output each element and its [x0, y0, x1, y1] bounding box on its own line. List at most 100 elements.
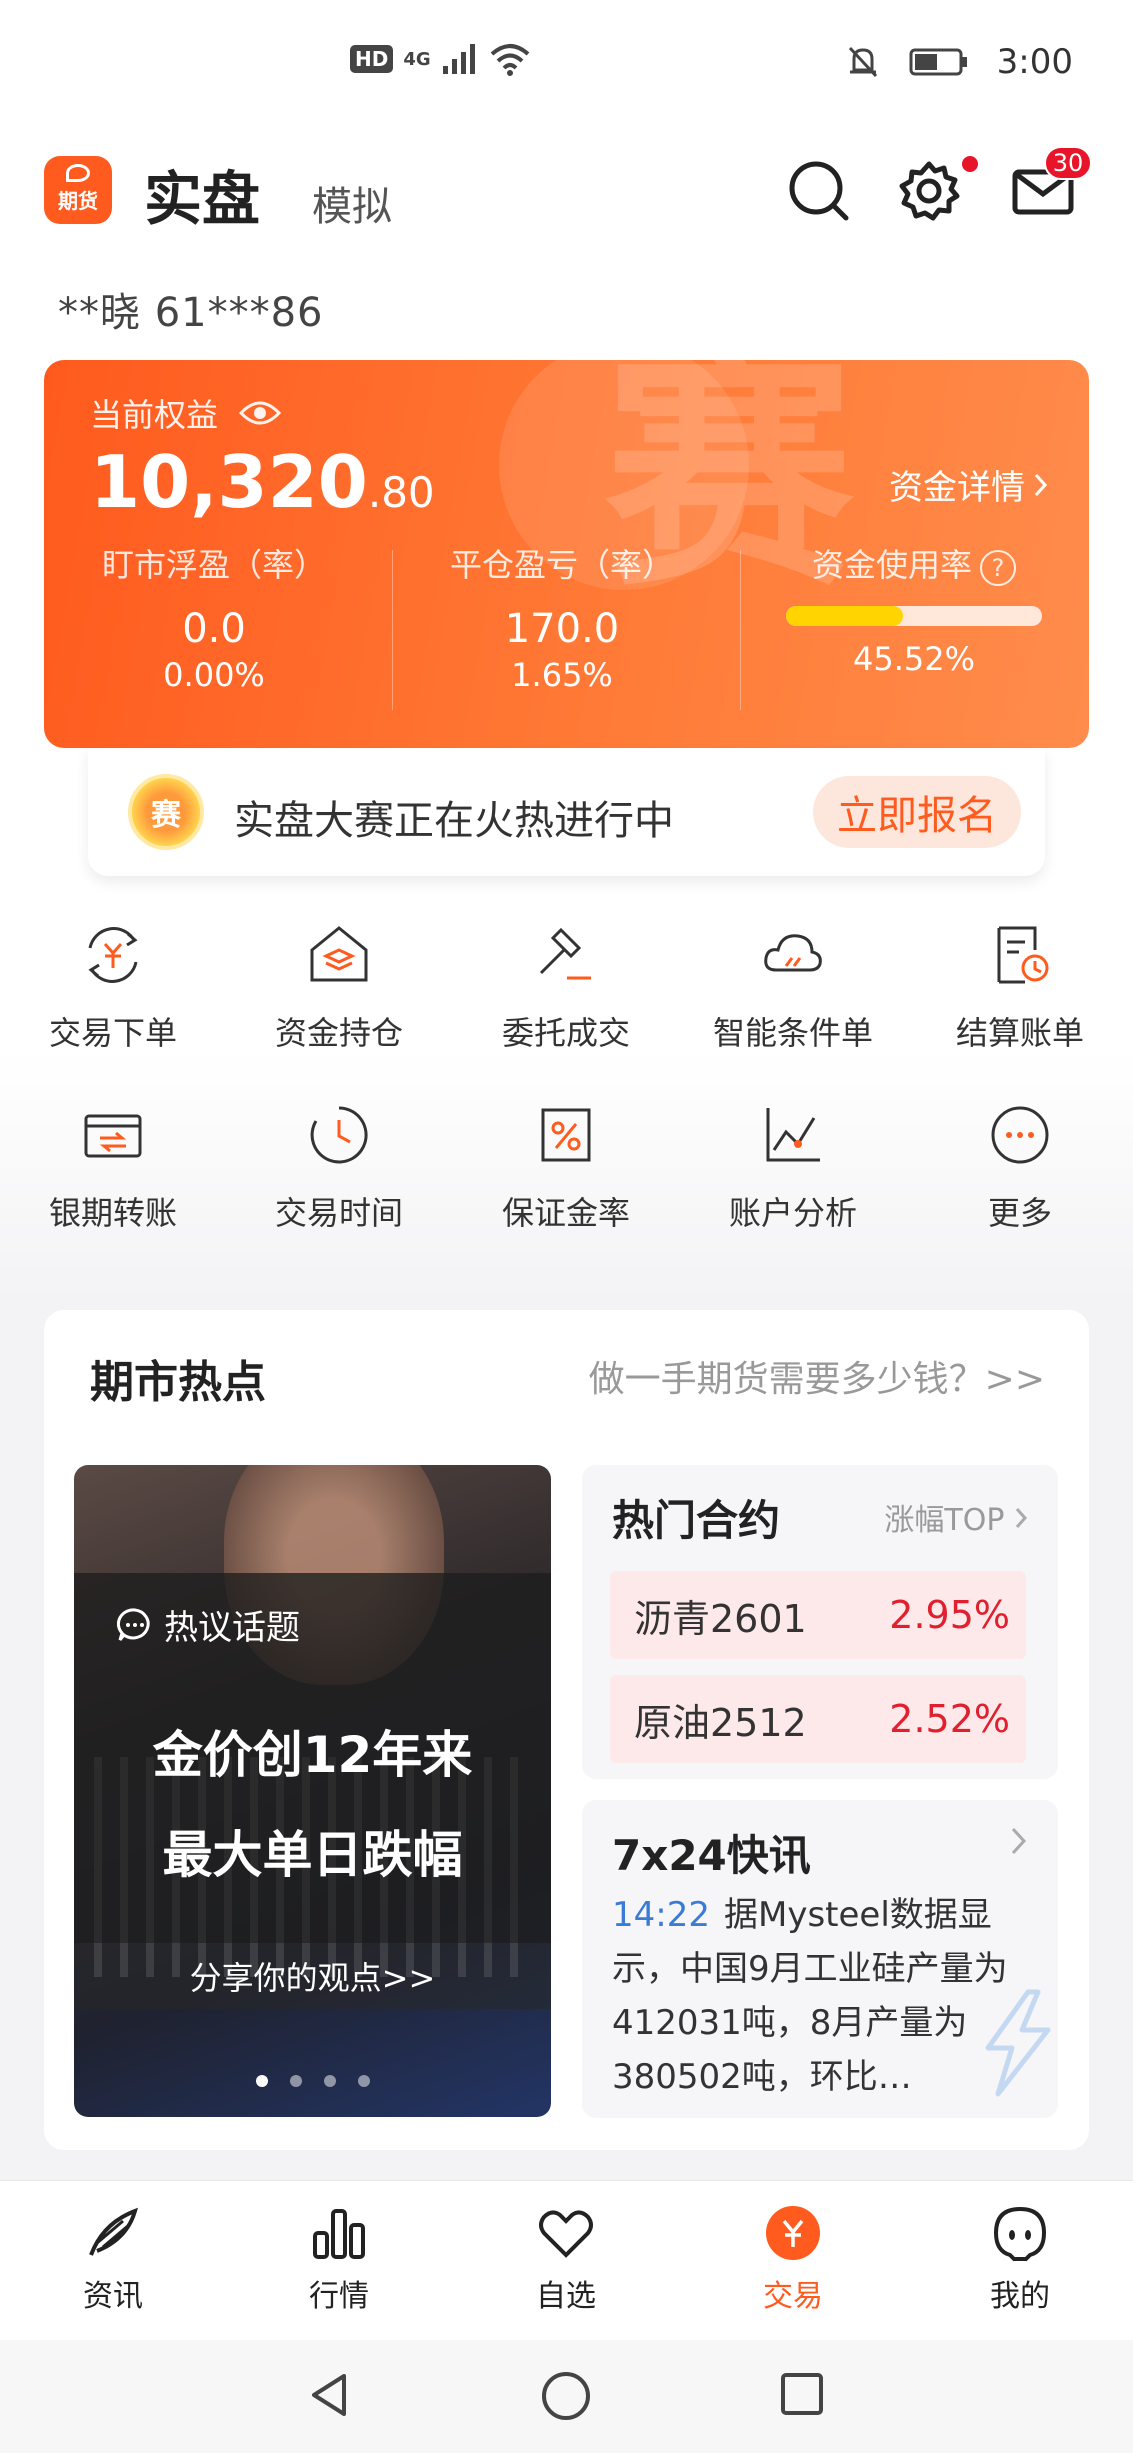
search-icon[interactable]	[786, 158, 852, 224]
menu-margin-rate[interactable]: 保证金率	[453, 1100, 679, 1234]
carousel-dot[interactable]	[289, 2075, 302, 2087]
contract-row[interactable]: 沥青2601 2.95%	[610, 1571, 1026, 1659]
nav-news[interactable]: 资讯	[0, 2203, 226, 2315]
help-icon[interactable]: ?	[980, 550, 1016, 586]
account-info[interactable]: **晓 61***86	[58, 280, 324, 338]
close-pl-column: 平仓盈亏（率） 170.0 1.65%	[392, 540, 732, 694]
news-flash-panel[interactable]: 7x24快讯 14:22 据Mysteel数据显示，中国9月工业硅产量为41203…	[582, 1800, 1058, 2118]
floating-pl-label: 盯市浮盈（率）	[101, 546, 326, 584]
home-icon[interactable]	[540, 2370, 592, 2422]
topic-headline: 金价创12年来 最大单日跌幅	[74, 1705, 551, 1905]
news-time: 14:22	[612, 1895, 710, 1935]
hot-topic-banner[interactable]: 热议话题 金价创12年来 最大单日跌幅 分享你的观点>>	[74, 1465, 551, 2117]
nav-market[interactable]: 行情	[226, 2203, 452, 2315]
menu-more[interactable]: 更多	[907, 1100, 1133, 1234]
fund-usage-fill	[786, 606, 903, 626]
nav-watchlist[interactable]: 自选	[453, 2203, 679, 2315]
share-opinion-link[interactable]: 分享你的观点>>	[74, 1943, 551, 2009]
topic-tag: 热议话题	[116, 1600, 300, 1649]
hot-contracts-title: 热门合约	[612, 1496, 781, 1545]
menu-label: 保证金率	[501, 1194, 630, 1232]
hot-contracts-panel: 热门合约 涨幅TOP 沥青2601 2.95% 原油2512 2.52%	[582, 1465, 1058, 1779]
menu-trading-hours[interactable]: 交易时间	[226, 1100, 452, 1234]
settlement-bill-icon	[997, 926, 1049, 984]
settings-badge-dot	[962, 156, 978, 172]
close-pl-value: 170.0	[504, 606, 620, 652]
nav-profile[interactable]: 我的	[907, 2203, 1133, 2315]
menu-label: 交易下单	[48, 1014, 177, 1052]
close-pl-label: 平仓盈亏（率）	[449, 546, 674, 584]
nav-label: 资讯	[83, 2279, 143, 2314]
hammer-icon	[539, 927, 591, 980]
carousel-dot[interactable]	[323, 2075, 336, 2087]
battery-icon	[909, 48, 967, 76]
floating-pl-rate: 0.00%	[163, 656, 265, 694]
menu-label: 交易时间	[274, 1194, 403, 1232]
menu-account-analysis[interactable]: 账户分析	[680, 1100, 906, 1234]
topic-headline-line1: 金价创12年来	[152, 1726, 473, 1784]
fund-usage-label: 资金使用率	[811, 546, 972, 584]
cost-per-lot-link[interactable]: 做一手期货需要多少钱？>>	[589, 1350, 1045, 1402]
menu-settlement-bill[interactable]: 结算账单	[907, 920, 1133, 1054]
nav-trade[interactable]: 交易	[680, 2203, 906, 2315]
top-gainers-label: 涨幅TOP	[884, 1503, 1005, 1538]
equity-label: 当前权益	[90, 396, 219, 434]
app-logo: 期货	[44, 156, 112, 224]
contract-change: 2.95%	[889, 1593, 1010, 1637]
hd-badge: HD	[350, 45, 394, 73]
close-pl-rate: 1.65%	[511, 656, 613, 694]
status-bar: HD 4G 3:00	[0, 0, 1133, 130]
system-status: 3:00	[845, 42, 1073, 82]
menu-label: 结算账单	[955, 1014, 1084, 1052]
mail-count-badge: 30	[1044, 146, 1092, 180]
tab-real-trading[interactable]: 实盘	[144, 152, 260, 236]
fund-usage-column: 资金使用率? 45.52%	[744, 540, 1084, 678]
tab-simulated-trading[interactable]: 模拟	[312, 174, 392, 232]
back-icon[interactable]	[306, 2370, 352, 2420]
signal-icon	[442, 44, 475, 74]
menu-label: 资金持仓	[274, 1014, 403, 1052]
equity-card: 赛 当前权益 10,320.80 资金详情 盯市浮盈（率） 0.0 0.00% …	[44, 360, 1089, 748]
bank-transfer-icon	[84, 1114, 142, 1158]
floating-pl-column: 盯市浮盈（率） 0.0 0.00%	[44, 540, 384, 694]
percent-icon	[541, 1108, 591, 1162]
eye-icon[interactable]	[238, 398, 282, 428]
top-gainers-link[interactable]: 涨幅TOP	[884, 1495, 1028, 1539]
menu-bank-transfer[interactable]: 银期转账	[0, 1100, 226, 1234]
bar-chart-icon	[313, 2209, 365, 2259]
profile-face-icon	[993, 2206, 1047, 2261]
menu-smart-condition[interactable]: 智能条件单	[680, 920, 906, 1054]
contest-banner[interactable]: 赛 实盘大赛正在火热进行中 立即报名	[88, 748, 1045, 876]
nav-label: 行情	[309, 2279, 369, 2314]
menu-trade-order[interactable]: 交易下单	[0, 920, 226, 1054]
menu-orders-fills[interactable]: 委托成交	[453, 920, 679, 1054]
app-header: 期货 实盘 模拟 30	[44, 146, 1092, 233]
contest-medal-icon: 赛	[128, 774, 204, 850]
fund-detail-link[interactable]: 资金详情	[889, 460, 1049, 509]
menu-label: 银期转账	[48, 1194, 177, 1232]
line-chart-icon	[766, 1108, 820, 1162]
system-navigation-bar	[0, 2340, 1133, 2453]
fund-position-icon	[310, 926, 368, 982]
topic-headline-line2: 最大单日跌幅	[162, 1826, 463, 1884]
menu-fund-position[interactable]: 资金持仓	[226, 920, 452, 1054]
contract-name: 沥青2601	[634, 1596, 807, 1641]
gear-icon[interactable]	[896, 158, 962, 224]
chevron-right-icon[interactable]	[1010, 1824, 1028, 1858]
market-hot-section: 期市热点 做一手期货需要多少钱？>> 热议话题 金价创12年来 最大单日跌幅 分…	[44, 1310, 1089, 2150]
news-flash-body: 14:22 据Mysteel数据显示，中国9月工业硅产量为412031吨，8月产量…	[612, 1888, 1012, 2104]
cloud-condition-icon	[764, 934, 822, 972]
contract-row[interactable]: 原油2512 2.52%	[610, 1675, 1026, 1763]
register-button[interactable]: 立即报名	[813, 776, 1021, 848]
topic-tag-label: 热议话题	[164, 1608, 300, 1648]
contest-text: 实盘大赛正在火热进行中	[234, 798, 674, 844]
recent-apps-icon[interactable]	[778, 2370, 826, 2418]
carousel-dot[interactable]	[255, 2075, 268, 2087]
floating-pl-value: 0.0	[182, 606, 246, 652]
carousel-dot[interactable]	[357, 2075, 370, 2087]
chat-bubble-icon	[116, 1607, 150, 1641]
mute-bell-icon	[848, 46, 877, 78]
nav-label: 交易	[763, 2279, 823, 2314]
bottom-navigation: 资讯 行情 自选 交易 我的	[0, 2180, 1133, 2340]
equity-label-row: 当前权益	[90, 390, 282, 436]
